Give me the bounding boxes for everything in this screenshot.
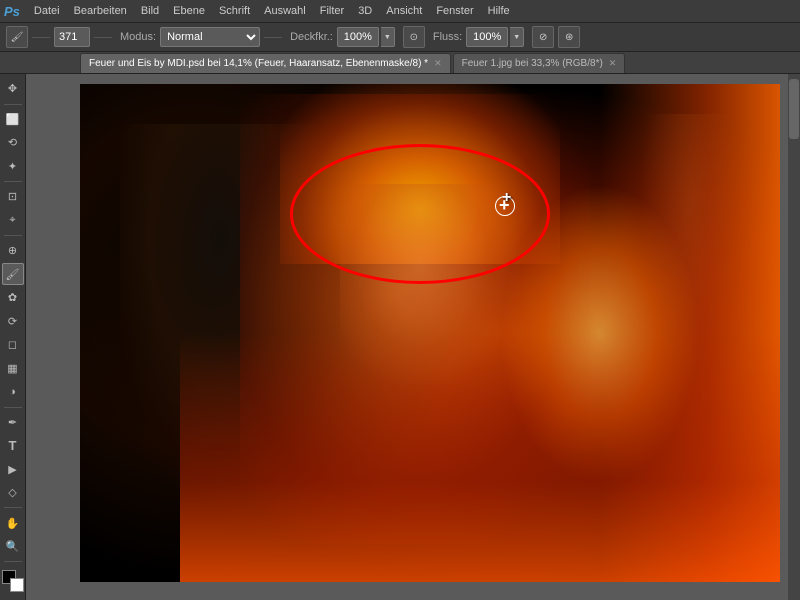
menu-bild[interactable]: Bild xyxy=(135,3,165,19)
artwork-background xyxy=(80,84,780,582)
tool-divider2 xyxy=(4,181,22,182)
tool-move[interactable]: ✥ xyxy=(2,78,24,100)
tab-feuer-eis-close[interactable]: ✕ xyxy=(434,58,442,69)
tool-divider xyxy=(4,104,22,105)
deckraft-label: Deckfkr.: xyxy=(290,31,333,43)
menu-hilfe[interactable]: Hilfe xyxy=(482,3,516,19)
menu-schrift[interactable]: Schrift xyxy=(213,3,256,19)
text-icon: T xyxy=(9,438,17,453)
tool-brush[interactable]: 🖌 xyxy=(2,263,24,285)
vertical-scrollbar[interactable] xyxy=(788,74,800,600)
healing-brush-icon: ⊕ xyxy=(8,244,17,257)
brush-size-input[interactable] xyxy=(54,27,90,47)
hand-icon: ✋ xyxy=(6,517,20,530)
modus-select[interactable]: Normal xyxy=(160,27,260,47)
tab-feuer1[interactable]: Feuer 1.jpg bei 33,3% (RGB/8*) ✕ xyxy=(453,53,626,73)
tool-path-selection[interactable]: ▶ xyxy=(2,458,24,480)
face-highlight xyxy=(340,184,520,384)
fluss-input[interactable] xyxy=(466,27,508,47)
tool-text[interactable]: T xyxy=(2,435,24,457)
tool-divider4 xyxy=(4,407,22,408)
fluss-dropdown[interactable]: ▼ xyxy=(510,27,524,47)
path-selection-icon: ▶ xyxy=(8,463,16,476)
tool-zoom[interactable]: 🔍 xyxy=(2,536,24,558)
tool-gradient[interactable]: ▦ xyxy=(2,358,24,380)
deckraft-input[interactable] xyxy=(337,27,379,47)
airbrush-toggle[interactable]: ⊙ xyxy=(403,26,425,48)
menu-ansicht[interactable]: Ansicht xyxy=(380,3,428,19)
pen-icon: ✒ xyxy=(8,416,17,429)
tab-feuer-eis[interactable]: Feuer und Eis by MDI.psd bei 14,1% (Feue… xyxy=(80,53,451,73)
gradient-icon: ▦ xyxy=(7,362,17,375)
right-figure xyxy=(630,114,750,414)
dodge-icon: ◑ xyxy=(9,386,16,398)
options-toolbar: 🖌 Modus: Normal Deckfkr.: ▼ ⊙ Fluss: ▼ ⊘… xyxy=(0,22,800,52)
clone-stamp-icon: ✿ xyxy=(8,291,17,304)
tool-pen[interactable]: ✒ xyxy=(2,411,24,433)
tool-divider3 xyxy=(4,235,22,236)
tool-eraser[interactable]: ◻ xyxy=(2,334,24,356)
tool-magic-wand[interactable]: ✦ xyxy=(2,155,24,177)
main-area: ✥ ⬜ ⟲ ✦ ⊡ ⌖ ⊕ 🖌 ✿ ⟳ ◻ xyxy=(0,74,800,600)
marquee-rect-icon: ⬜ xyxy=(6,113,20,126)
modus-label: Modus: xyxy=(120,31,156,43)
tab-feuer-eis-label: Feuer und Eis by MDI.psd bei 14,1% (Feue… xyxy=(89,58,428,69)
eraser-icon: ◻ xyxy=(8,338,17,351)
tool-clone-stamp[interactable]: ✿ xyxy=(2,287,24,309)
color-swatches[interactable] xyxy=(2,570,24,592)
tool-crop[interactable]: ⊡ xyxy=(2,186,24,208)
crop-icon: ⊡ xyxy=(8,190,17,203)
tab-feuer1-close[interactable]: ✕ xyxy=(609,58,617,69)
tool-hand[interactable]: ✋ xyxy=(2,512,24,534)
ps-logo: Ps xyxy=(4,4,20,19)
menu-bearbeiten[interactable]: Bearbeiten xyxy=(68,3,133,19)
menu-3d[interactable]: 3D xyxy=(352,3,378,19)
document-tabs: Feuer und Eis by MDI.psd bei 14,1% (Feue… xyxy=(0,52,800,74)
tool-healing-brush[interactable]: ⊕ xyxy=(2,240,24,262)
divider3 xyxy=(264,37,282,38)
zoom-icon: 🔍 xyxy=(6,540,20,553)
tool-history-brush[interactable]: ⟳ xyxy=(2,311,24,333)
tool-marquee-rect[interactable]: ⬜ xyxy=(2,108,24,130)
tablet-pressure-btn[interactable]: ⊘ xyxy=(532,26,554,48)
move-icon: ✥ xyxy=(8,82,17,95)
history-brush-icon: ⟳ xyxy=(8,315,17,328)
divider xyxy=(32,37,50,38)
tablet-angle-btn[interactable]: ⊛ xyxy=(558,26,580,48)
scrollbar-thumb[interactable] xyxy=(789,79,799,139)
background-color[interactable] xyxy=(10,578,24,592)
tool-dodge[interactable]: ◑ xyxy=(2,381,24,403)
fluss-label: Fluss: xyxy=(433,31,462,43)
deckraft-dropdown[interactable]: ▼ xyxy=(381,27,395,47)
tool-shape[interactable]: ◇ xyxy=(2,482,24,504)
tool-panel: ✥ ⬜ ⟲ ✦ ⊡ ⌖ ⊕ 🖌 ✿ ⟳ ◻ xyxy=(0,74,26,600)
tool-divider5 xyxy=(4,507,22,508)
magic-wand-icon: ✦ xyxy=(8,160,17,173)
menu-ebene[interactable]: Ebene xyxy=(167,3,211,19)
menu-bar: Ps Datei Bearbeiten Bild Ebene Schrift A… xyxy=(0,0,800,22)
lasso-icon: ⟲ xyxy=(8,136,17,149)
brush-icon: 🖌 xyxy=(6,268,20,281)
artwork-canvas[interactable]: + xyxy=(80,84,780,582)
shape-icon: ◇ xyxy=(8,486,16,499)
tab-feuer1-label: Feuer 1.jpg bei 33,3% (RGB/8*) xyxy=(462,58,603,69)
menu-auswahl[interactable]: Auswahl xyxy=(258,3,312,19)
tool-eyedropper[interactable]: ⌖ xyxy=(2,209,24,231)
menu-fenster[interactable]: Fenster xyxy=(430,3,479,19)
tool-divider6 xyxy=(4,561,22,562)
menu-filter[interactable]: Filter xyxy=(314,3,350,19)
eyedropper-icon: ⌖ xyxy=(9,214,15,227)
brush-preset-picker[interactable]: 🖌 xyxy=(6,26,28,48)
canvas-area[interactable]: + xyxy=(26,74,800,600)
tool-lasso[interactable]: ⟲ xyxy=(2,132,24,154)
menu-datei[interactable]: Datei xyxy=(28,3,66,19)
divider2 xyxy=(94,37,112,38)
